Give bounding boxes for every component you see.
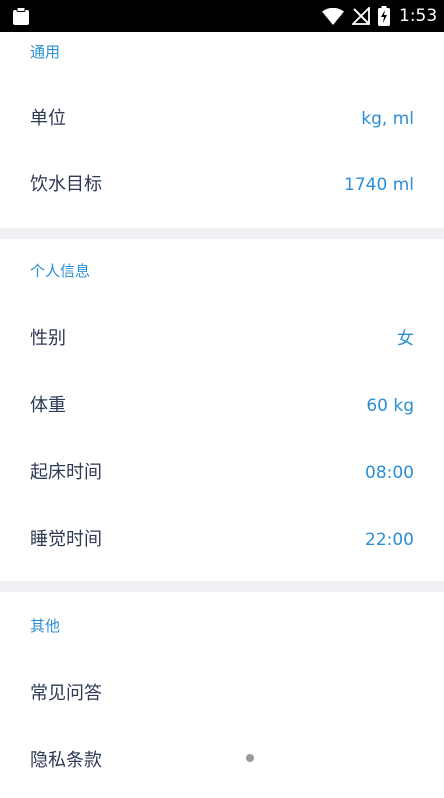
row-value-unit: kg, ml — [361, 109, 414, 129]
settings-row-privacy[interactable]: 隐私条款 — [0, 728, 444, 794]
status-bar: 1:53 — [0, 0, 444, 32]
row-value-gender: 女 — [397, 329, 414, 349]
row-label-sleep-time: 睡觉时间 — [30, 529, 102, 550]
row-value-wake-time: 08:00 — [365, 463, 414, 483]
settings-row-wake-time[interactable]: 起床时间 08:00 — [0, 440, 444, 506]
clipboard-icon — [13, 7, 29, 25]
settings-row-weight[interactable]: 体重 60 kg — [0, 373, 444, 439]
section-title-other: 其他 — [30, 617, 61, 635]
section-other: 其他 常见问答 隐私条款 — [0, 592, 444, 798]
no-signal-icon — [352, 7, 370, 25]
settings-row-water-goal[interactable]: 饮水目标 1740 ml — [0, 152, 444, 218]
settings-row-faq[interactable]: 常见问答 — [0, 661, 444, 727]
row-label-gender: 性别 — [30, 328, 66, 349]
row-label-water-goal: 饮水目标 — [30, 174, 102, 195]
row-label-weight: 体重 — [30, 395, 66, 416]
row-value-sleep-time: 22:00 — [365, 530, 414, 550]
settings-row-sleep-time[interactable]: 睡觉时间 22:00 — [0, 507, 444, 573]
section-divider — [0, 581, 444, 592]
battery-charging-icon — [378, 6, 390, 26]
section-divider — [0, 228, 444, 239]
section-title-personal: 个人信息 — [30, 262, 91, 280]
scroll-indicator-dot — [246, 754, 254, 762]
row-value-water-goal: 1740 ml — [344, 175, 414, 195]
section-title-general: 通用 — [30, 43, 61, 61]
row-label-privacy: 隐私条款 — [30, 750, 102, 771]
settings-row-gender[interactable]: 性别 女 — [0, 306, 444, 372]
row-value-weight: 60 kg — [366, 396, 414, 416]
row-label-unit: 单位 — [30, 108, 66, 129]
settings-row-unit[interactable]: 单位 kg, ml — [0, 86, 444, 152]
row-label-wake-time: 起床时间 — [30, 462, 102, 483]
wifi-icon — [322, 8, 344, 25]
status-time: 1:53 — [399, 6, 438, 26]
section-general: 通用 单位 kg, ml 饮水目标 1740 ml — [0, 32, 444, 228]
section-personal: 个人信息 性别 女 体重 60 kg 起床时间 08:00 睡觉时间 22:00 — [0, 239, 444, 582]
row-label-faq: 常见问答 — [30, 683, 102, 704]
